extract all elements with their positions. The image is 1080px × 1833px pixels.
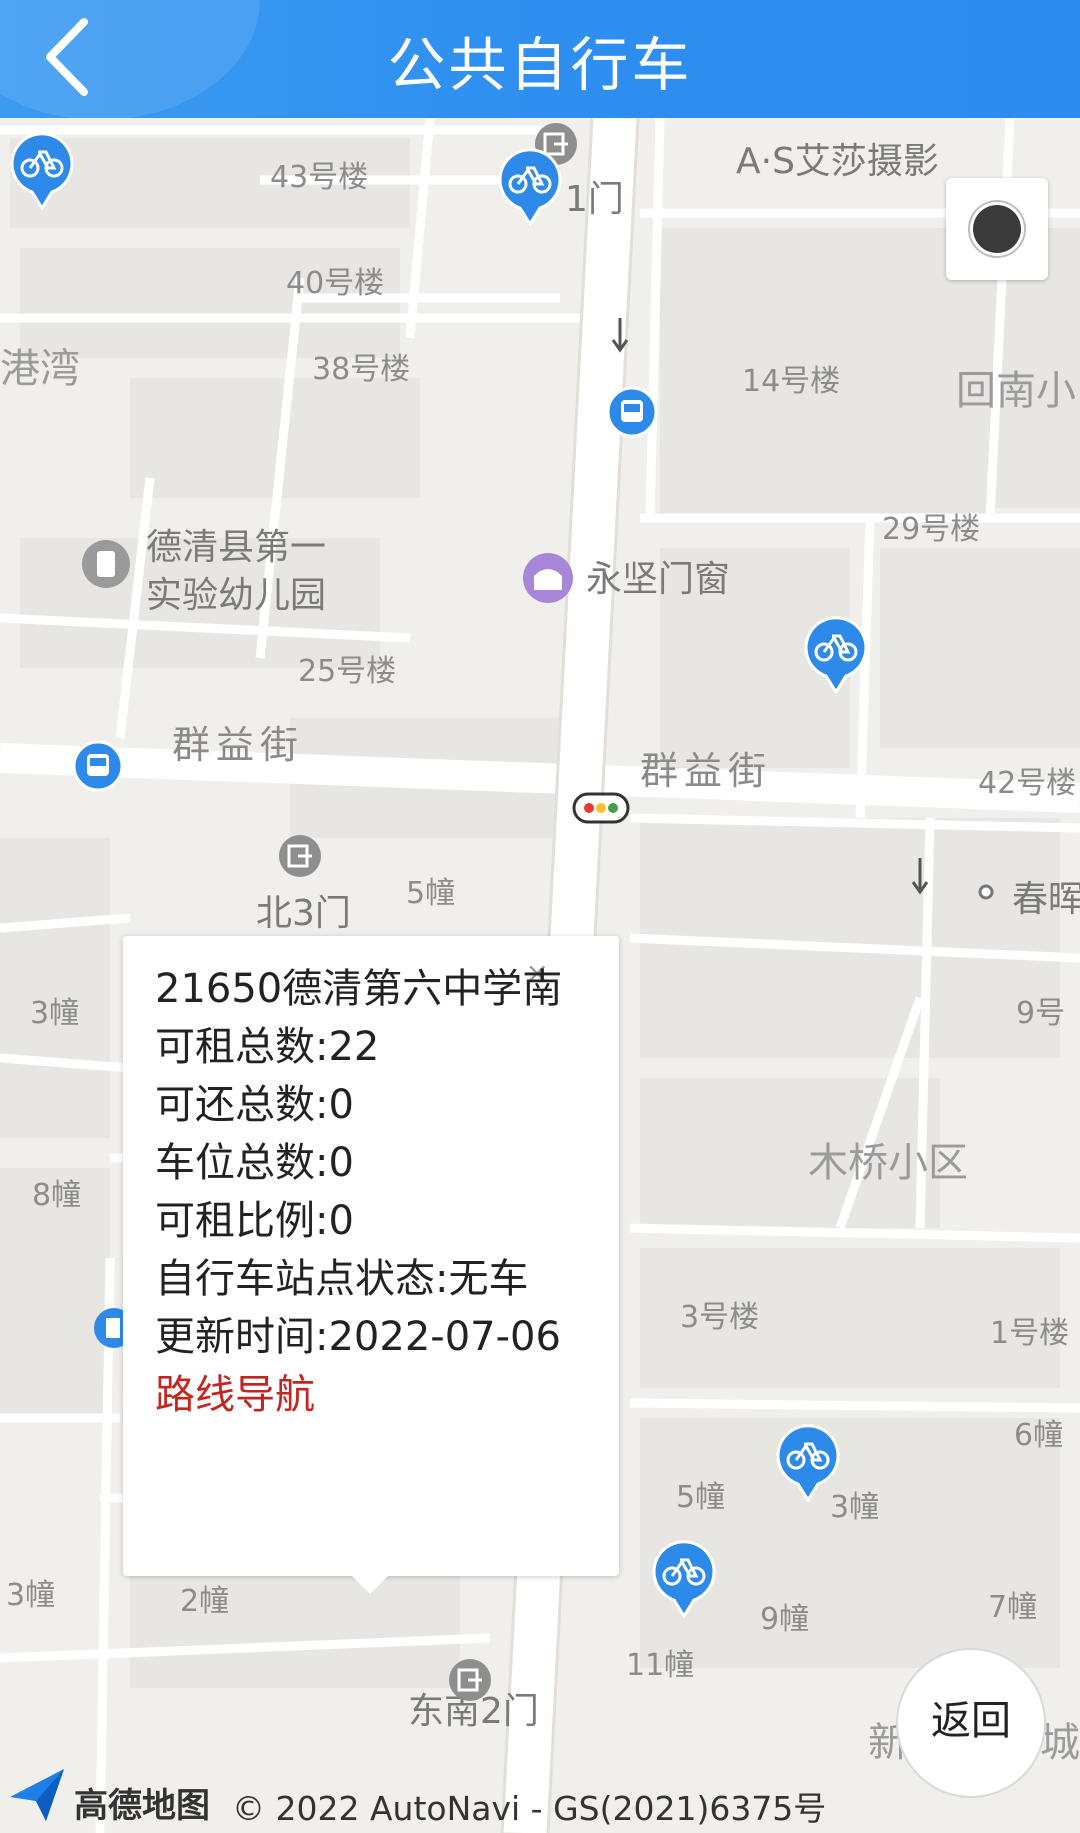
map-view[interactable]: 43号楼 1门 A·S艾莎摄影 40号楼 港湾 38号楼 14号楼 回南小 德清… xyxy=(0,118,1080,1833)
slot-count: 车位总数:0 xyxy=(155,1140,354,1186)
map-label-building: 8幢 xyxy=(32,1178,82,1213)
map-label-street: 群益街 xyxy=(640,749,773,793)
map-label-building: 2幢 xyxy=(180,1584,230,1619)
page-title: 公共自行车 xyxy=(387,31,693,99)
map-label-school: 德清县第一 xyxy=(146,527,327,568)
map-label-poi: 永坚门窗 xyxy=(586,559,731,600)
map-label-building: 14号楼 xyxy=(742,364,841,399)
map-label-building: 9幢 xyxy=(760,1602,810,1637)
bicycle-icon[interactable] xyxy=(8,130,76,210)
map-label-street: 群益街 xyxy=(172,723,305,767)
bus-icon[interactable] xyxy=(72,740,124,792)
map-label-building: 3号楼 xyxy=(680,1300,760,1335)
map-label-building: 3幢 xyxy=(6,1578,56,1613)
bus-icon[interactable] xyxy=(606,386,658,438)
map-label-building: 38号楼 xyxy=(312,352,411,387)
map-label-area: 城 xyxy=(1040,1720,1080,1766)
bicycle-icon[interactable] xyxy=(496,146,564,226)
place-dot-icon xyxy=(978,884,994,900)
map-label-building: 1号楼 xyxy=(990,1316,1070,1351)
map-label-school: 实验幼儿园 xyxy=(146,575,327,616)
popup-tail xyxy=(350,1574,390,1594)
map-label-building: 43号楼 xyxy=(270,160,369,195)
locate-button[interactable] xyxy=(946,178,1048,280)
traffic-light-icon xyxy=(572,792,630,824)
exit-icon xyxy=(279,835,321,877)
bicycle-icon[interactable] xyxy=(650,1538,718,1618)
exit-icon xyxy=(449,1659,491,1701)
map-label-building: 42号楼 xyxy=(978,766,1077,801)
returnable-count: 可还总数:0 xyxy=(155,1082,354,1128)
amap-logo-icon xyxy=(10,1769,64,1821)
rentable-ratio: 可租比例:0 xyxy=(155,1198,354,1244)
map-label-gate: 北3门 xyxy=(256,893,351,934)
map-label-building: 40号楼 xyxy=(286,266,385,301)
map-label-building: 29号楼 xyxy=(882,512,981,547)
map-label-building: 25号楼 xyxy=(298,654,397,689)
map-label-poi: A·S艾莎摄影 xyxy=(736,141,939,182)
station-info-popup: × 21650德清第六中学南 可租总数:22 可还总数:0 车位总数:0 可租比… xyxy=(123,936,619,1594)
map-label-gate: 1门 xyxy=(565,179,624,220)
locate-icon xyxy=(973,205,1021,253)
map-label-building: 5幢 xyxy=(676,1480,726,1515)
map-label-building: 6幢 xyxy=(1014,1418,1064,1453)
return-button[interactable]: 返回 xyxy=(896,1648,1046,1798)
map-label-area: 木桥小区 xyxy=(808,1140,968,1186)
bicycle-icon[interactable] xyxy=(774,1422,842,1502)
shop-icon xyxy=(523,553,573,603)
map-label-area: 港湾 xyxy=(0,346,80,392)
update-time: 更新时间:2022-07-06 xyxy=(155,1314,561,1360)
map-label-area: 回南小 xyxy=(956,368,1076,414)
rentable-count: 可租总数:22 xyxy=(155,1024,380,1070)
map-label-building: 11幢 xyxy=(626,1648,695,1683)
map-label-building: 5幢 xyxy=(406,876,456,911)
map-provider-logo: 高德地图 xyxy=(74,1786,210,1826)
map-copyright: © 2022 AutoNavi - GS(2021)6375号 xyxy=(232,1789,827,1828)
bicycle-icon[interactable] xyxy=(802,614,870,694)
map-label-area: 春晖 xyxy=(1012,879,1080,920)
route-navigation-link[interactable]: 路线导航 xyxy=(155,1362,315,1420)
map-label-building: 3幢 xyxy=(30,996,80,1031)
station-status: 自行车站点状态:无车 xyxy=(155,1256,529,1302)
school-icon xyxy=(82,540,130,588)
app-header: 公共自行车 xyxy=(0,0,1080,118)
station-name: 21650德清第六中学南 xyxy=(155,966,563,1012)
map-label-building: 7幢 xyxy=(988,1590,1038,1625)
map-label-building: 9号 xyxy=(1016,996,1066,1031)
